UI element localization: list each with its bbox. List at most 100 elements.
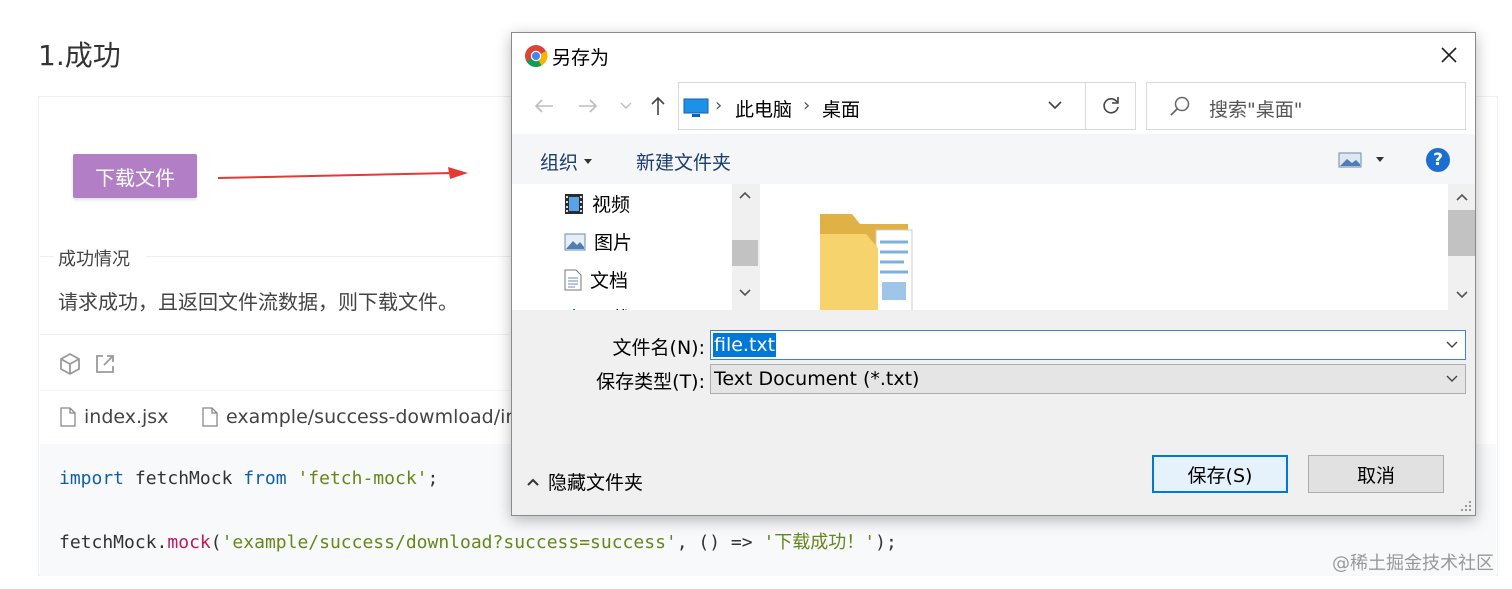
code-punct: , () => <box>676 532 764 553</box>
close-icon <box>1441 47 1457 63</box>
breadcrumb-this-pc[interactable]: 此电脑 <box>735 95 792 122</box>
dialog-title: 另存为 <box>552 47 610 69</box>
arrow-up-icon <box>651 96 665 115</box>
scrollbar-thumb[interactable] <box>732 240 758 266</box>
new-folder-button[interactable]: 新建文件夹 <box>636 148 731 175</box>
forward-button[interactable] <box>576 94 600 118</box>
video-icon <box>565 193 583 214</box>
tree-item-videos[interactable]: 视频 <box>564 190 630 217</box>
save-as-dialog: 另存为 › 此电脑 › 桌面 搜索"桌面" 组织 新建文件夹 ? 视频 图片 文… <box>511 32 1476 516</box>
chevron-up-icon[interactable] <box>1455 192 1469 202</box>
section-description: 请求成功，且返回文件流数据，则下载文件。 <box>58 290 458 314</box>
chevron-down-icon[interactable] <box>1445 374 1459 384</box>
help-button[interactable]: ? <box>1426 148 1450 172</box>
save-button[interactable]: 保存(S) <box>1152 455 1288 493</box>
scrollbar-thumb[interactable] <box>1448 210 1475 256</box>
code-punct: . <box>156 532 168 553</box>
search-icon <box>1170 96 1190 116</box>
tree-item-documents[interactable]: 文档 <box>564 266 628 293</box>
picture-icon <box>564 233 586 250</box>
refresh-icon <box>1102 97 1119 114</box>
code-line-2: fetchMock.mock('example/success/download… <box>59 528 897 554</box>
recent-locations-button[interactable] <box>614 94 638 118</box>
filename-value: file.txt <box>713 333 777 357</box>
watermark: @稀土掘金技术社区 <box>1332 553 1494 574</box>
codesandbox-icon[interactable] <box>58 352 82 376</box>
hide-folders-label: 隐藏文件夹 <box>548 472 644 494</box>
breadcrumb-desktop[interactable]: 桌面 <box>822 95 860 122</box>
open-external-icon[interactable] <box>93 352 117 376</box>
code-punct: ( <box>210 532 222 553</box>
code-string: 'fetch-mock' <box>297 468 428 489</box>
address-bar[interactable]: › 此电脑 › 桌面 <box>678 82 1086 130</box>
back-button[interactable] <box>532 94 556 118</box>
caret-down-icon <box>584 158 593 164</box>
dialog-toolbar: 组织 新建文件夹 ? <box>512 134 1475 184</box>
tree-item-label: 文档 <box>590 270 629 292</box>
up-button[interactable] <box>646 94 670 118</box>
search-box[interactable]: 搜索"桌面" <box>1146 82 1466 130</box>
code-line-1: import fetchMock from 'fetch-mock'; <box>59 468 438 489</box>
file-list <box>760 184 1448 310</box>
download-file-button[interactable]: 下载文件 <box>73 154 197 198</box>
code-keyword: from <box>243 468 287 489</box>
filetype-value: Text Document (*.txt) <box>714 368 920 390</box>
section-title: 成功情况 <box>58 249 130 270</box>
filetype-select[interactable]: Text Document (*.txt) <box>710 364 1466 394</box>
code-identifier: fetchMock <box>124 468 244 489</box>
page-heading: 1.成功 <box>38 39 121 72</box>
code-keyword: import <box>59 468 125 489</box>
filename-label: 文件名(N): <box>612 337 705 359</box>
red-arrow-icon <box>217 167 468 179</box>
close-button[interactable] <box>1435 41 1463 69</box>
tree-scrollbar[interactable] <box>732 184 758 310</box>
chevron-down-icon <box>620 102 632 109</box>
chrome-icon <box>525 45 548 67</box>
section-divider <box>146 256 526 257</box>
chevron-down-icon[interactable] <box>1047 97 1063 113</box>
folder-icon[interactable] <box>818 212 918 310</box>
code-punct: ); <box>875 532 897 553</box>
refresh-button[interactable] <box>1086 82 1136 130</box>
chevron-up-icon[interactable] <box>738 190 752 200</box>
tree-item-label: 视频 <box>592 194 631 216</box>
file-tab-index[interactable]: index.jsx <box>60 406 168 428</box>
view-options-button[interactable] <box>1338 152 1384 168</box>
chevron-down-icon[interactable] <box>1445 340 1459 350</box>
chevron-down-icon[interactable] <box>1455 290 1469 300</box>
file-list-scrollbar[interactable] <box>1448 184 1475 310</box>
cancel-button[interactable]: 取消 <box>1308 455 1444 493</box>
file-icon <box>202 407 218 427</box>
breadcrumb-separator: › <box>803 95 811 116</box>
arrow-left-icon <box>534 99 553 113</box>
navigation-tree: 视频 图片 文档 下载 <box>512 184 758 310</box>
filename-input[interactable]: file.txt <box>710 330 1466 360</box>
caret-down-icon <box>1376 157 1384 162</box>
chevron-down-icon[interactable] <box>738 288 752 298</box>
resize-grip-icon[interactable] <box>1460 500 1472 512</box>
section-divider-left <box>40 256 54 257</box>
download-icon <box>573 308 575 310</box>
code-string: 'example/success/download?success=succes… <box>221 532 677 553</box>
search-placeholder: 搜索"桌面" <box>1209 99 1303 121</box>
tree-item-label: 下载 <box>592 304 630 310</box>
arrow-right-icon <box>579 99 598 113</box>
breadcrumb-separator: › <box>715 95 723 116</box>
monitor-icon <box>683 98 709 117</box>
hide-folders-toggle[interactable]: 隐藏文件夹 <box>526 468 643 495</box>
tree-item-pictures[interactable]: 图片 <box>564 228 632 255</box>
chevron-up-icon <box>527 478 539 486</box>
divider <box>40 334 510 335</box>
code-string: '下载成功！' <box>763 532 876 553</box>
divider <box>40 390 510 391</box>
file-tab-label: example/success-dowmload/inde <box>226 406 542 428</box>
file-tab-mock[interactable]: example/success-dowmload/inde <box>202 406 541 428</box>
view-icon <box>1338 152 1362 168</box>
tree-item-downloads[interactable]: 下载 <box>564 304 630 310</box>
dialog-titlebar: 另存为 <box>512 33 1475 78</box>
organize-menu[interactable]: 组织 <box>540 148 593 175</box>
file-icon <box>60 407 76 427</box>
navigation-bar: › 此电脑 › 桌面 搜索"桌面" <box>512 78 1475 134</box>
file-tab-label: index.jsx <box>84 406 169 428</box>
